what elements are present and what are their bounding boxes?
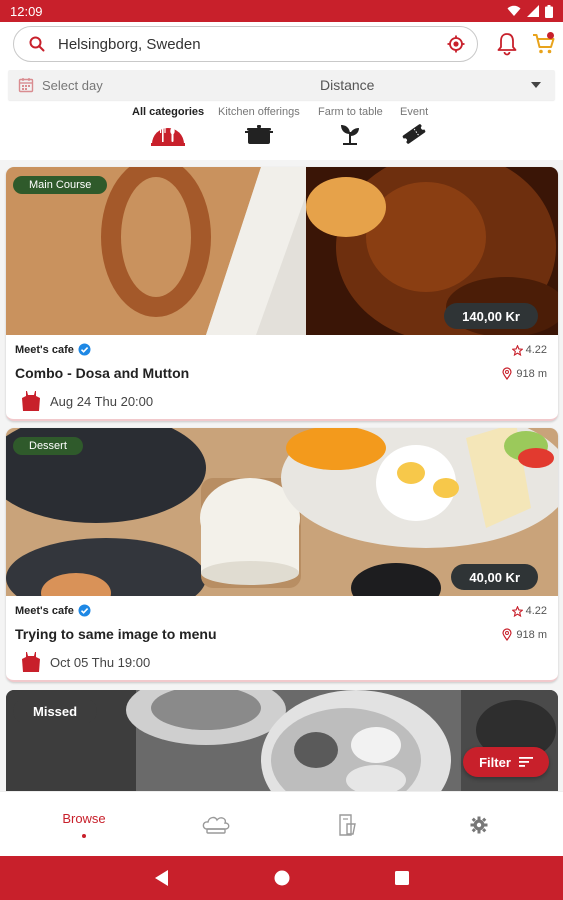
chef-hat-icon xyxy=(202,816,230,834)
rating-value: 4.22 xyxy=(525,344,547,356)
category-kitchen-offerings[interactable]: Kitchen offerings xyxy=(218,106,300,146)
ticket-icon xyxy=(402,124,426,144)
active-indicator xyxy=(82,834,86,838)
listing-card[interactable]: Main Course 140,00 Kr Meet's cafe 4.22 C… xyxy=(6,167,558,421)
date-row: Oct 05 Thu 19:00 xyxy=(22,652,150,672)
system-navigation-bar xyxy=(0,856,563,900)
verified-icon xyxy=(78,604,91,617)
category-label: Event xyxy=(400,106,429,118)
nav-browse[interactable]: Browse xyxy=(44,792,124,857)
card-body: Meet's cafe 4.22 Combo - Dosa and Mutton… xyxy=(6,335,558,419)
vendor-label: Meet's cafe xyxy=(15,343,74,356)
listing-card[interactable]: Dessert 40,00 Kr Meet's cafe 4.22 Trying… xyxy=(6,428,558,682)
bottom-navigation: Browse xyxy=(0,791,563,856)
filter-button[interactable]: Filter xyxy=(463,747,549,777)
my-location-icon[interactable] xyxy=(447,35,465,53)
card-body: Meet's cafe 4.22 Trying to same image to… xyxy=(6,596,558,680)
status-icons xyxy=(507,4,553,18)
nav-kitchen[interactable] xyxy=(176,792,256,857)
location-search-input[interactable] xyxy=(58,35,447,53)
home-button[interactable] xyxy=(272,868,292,888)
notification-bell-icon[interactable] xyxy=(494,31,520,57)
cart-icon[interactable] xyxy=(531,31,557,57)
sort-select-value: Distance xyxy=(320,77,375,93)
gear-icon xyxy=(470,816,488,833)
filter-icon xyxy=(518,757,533,767)
app-screen: 12:09 Select day Distance xyxy=(0,0,563,900)
nav-settings[interactable] xyxy=(439,792,519,857)
pot-icon xyxy=(244,125,273,144)
distance: 918 m xyxy=(502,367,547,380)
status-time: 12:09 xyxy=(10,3,43,19)
apron-icon xyxy=(22,652,40,672)
distance-value: 918 m xyxy=(516,367,547,380)
rating-value: 4.22 xyxy=(525,605,547,617)
location-pin-icon xyxy=(502,367,513,380)
orders-icon xyxy=(339,813,356,836)
dropdown-arrow-icon xyxy=(531,82,541,88)
select-day-label: Select day xyxy=(42,77,103,93)
category-tabs: All categories Kitchen offerings Farm to… xyxy=(0,106,563,156)
back-triangle-icon xyxy=(155,870,168,886)
plant-icon xyxy=(341,125,360,145)
category-badge: Dessert xyxy=(13,437,83,455)
price-badge: 40,00 Kr xyxy=(451,564,538,590)
missed-badge: Missed xyxy=(13,699,98,723)
event-date: Aug 24 Thu 20:00 xyxy=(50,393,154,409)
search-icon xyxy=(29,36,45,52)
location-search-box[interactable] xyxy=(13,26,478,62)
recents-button[interactable] xyxy=(392,868,412,888)
price-badge: 140,00 Kr xyxy=(444,303,538,329)
recents-square-icon xyxy=(395,871,409,885)
category-label: Farm to table xyxy=(318,106,383,118)
apron-icon xyxy=(22,391,40,411)
location-pin-icon xyxy=(502,628,513,641)
vendor-name[interactable]: Meet's cafe xyxy=(15,343,91,356)
category-farm-to-table[interactable]: Farm to table xyxy=(318,106,383,146)
rating: 4.22 xyxy=(511,605,547,617)
status-bar: 12:09 xyxy=(0,0,563,22)
wifi-icon xyxy=(507,5,521,16)
category-label: Kitchen offerings xyxy=(218,106,300,118)
category-label: All categories xyxy=(132,106,205,118)
category-event[interactable]: Event xyxy=(400,106,428,146)
select-day-button[interactable]: Select day xyxy=(8,77,238,93)
battery-icon xyxy=(545,4,553,18)
dish-title: Trying to same image to menu xyxy=(15,626,217,642)
calendar-icon xyxy=(18,78,34,93)
category-badge: Main Course xyxy=(13,176,108,194)
signal-icon xyxy=(527,5,539,17)
nav-browse-label: Browse xyxy=(62,811,106,826)
nav-orders[interactable] xyxy=(307,792,387,857)
filter-button-label: Filter xyxy=(479,754,511,770)
vendor-name[interactable]: Meet's cafe xyxy=(15,604,91,617)
distance: 918 m xyxy=(502,628,547,641)
dish-title: Combo - Dosa and Mutton xyxy=(15,365,190,381)
sort-select[interactable]: Distance xyxy=(238,77,555,93)
star-icon xyxy=(511,344,523,356)
back-button[interactable] xyxy=(152,868,172,888)
rating: 4.22 xyxy=(511,344,547,356)
header: Select day Distance All categories Kitch… xyxy=(0,22,563,160)
restaurant-icon xyxy=(151,127,186,146)
home-circle-icon xyxy=(274,870,290,886)
distance-value: 918 m xyxy=(516,628,547,641)
event-date: Oct 05 Thu 19:00 xyxy=(50,654,151,670)
date-row: Aug 24 Thu 20:00 xyxy=(22,391,153,411)
verified-icon xyxy=(78,343,91,356)
vendor-label: Meet's cafe xyxy=(15,604,74,617)
category-all[interactable]: All categories xyxy=(132,106,204,146)
star-icon xyxy=(511,605,523,617)
filter-row: Select day Distance xyxy=(8,70,555,100)
